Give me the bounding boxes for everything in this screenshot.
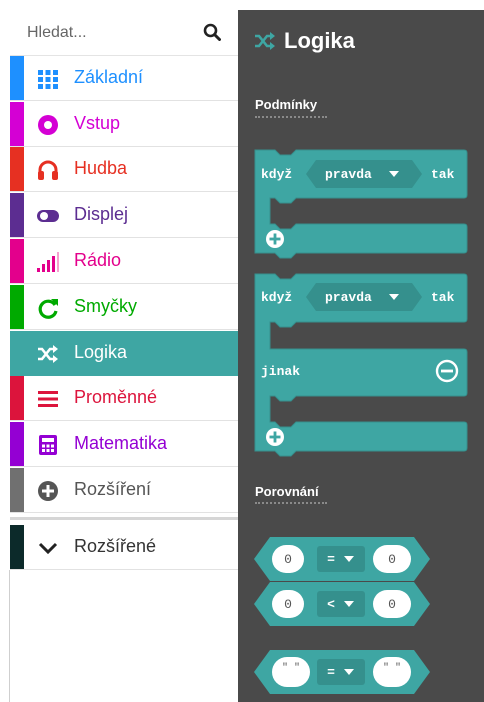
category-color-bar [10, 239, 24, 283]
calculator-icon [39, 435, 57, 455]
category-label: Rozšíření [74, 479, 152, 499]
shuffle-icon [38, 345, 58, 363]
toolbox-sidebar: Základní Vstup Hudba Displej [0, 0, 238, 702]
chevron-down-icon [38, 542, 58, 555]
category-color-bar [10, 193, 24, 237]
category-color-bar [10, 468, 24, 512]
number-value: 0 [388, 597, 396, 612]
category-color-bar [10, 102, 24, 146]
category-label: Proměnné [74, 387, 158, 407]
quotes-value: " " [383, 662, 401, 674]
category-displej[interactable]: Displej [10, 193, 238, 238]
circle-dot-icon [38, 115, 58, 135]
operator-value: = [327, 552, 335, 567]
category-label: Vstup [74, 113, 121, 133]
search-icon[interactable] [203, 23, 221, 41]
number-input-left[interactable]: 0 [272, 590, 304, 618]
logic-flyout: Logika Podmínky Porovnání když pravda ta… [238, 10, 484, 702]
bool-value: pravda [325, 167, 372, 182]
category-color-bar [10, 147, 24, 191]
category-color-bar [10, 422, 24, 466]
headphones-icon [38, 160, 58, 180]
number-input-left[interactable]: 0 [272, 545, 304, 573]
text-input-right[interactable]: " " [373, 657, 411, 687]
compare-equals-block[interactable]: 0 = 0 [254, 537, 430, 581]
number-value: 0 [284, 597, 292, 612]
category-rozsireni[interactable]: Rozšíření [10, 468, 238, 513]
category-divider [10, 517, 238, 520]
if-keyword: když [261, 167, 292, 182]
category-color-bar [10, 56, 24, 100]
category-rozsirene[interactable]: Rozšířené [10, 525, 238, 570]
category-color-bar [10, 285, 24, 329]
number-value: 0 [284, 552, 292, 567]
then-keyword: tak [431, 290, 455, 305]
bool-value: pravda [325, 290, 372, 305]
add-branch-icon[interactable] [266, 428, 284, 446]
operator-value: = [327, 665, 335, 680]
number-input-right[interactable]: 0 [373, 590, 411, 618]
search-input[interactable] [27, 22, 197, 44]
text-input-left[interactable]: " " [272, 657, 310, 687]
category-label: Displej [74, 204, 129, 224]
quotes-value: " " [282, 662, 300, 674]
category-smycky[interactable]: Smyčky [10, 285, 238, 330]
grid-icon [38, 70, 58, 89]
blocks-canvas: když pravda tak když pravda tak jinak 0 … [254, 149, 468, 694]
category-label: Logika [74, 342, 128, 362]
if-keyword: když [261, 290, 292, 305]
number-input-right[interactable]: 0 [373, 545, 411, 573]
number-value: 0 [388, 552, 396, 567]
operator-value: < [327, 597, 335, 612]
compare-strings-block[interactable]: " " = " " [254, 650, 430, 694]
then-keyword: tak [431, 167, 455, 182]
toggle-icon [37, 210, 59, 222]
category-label: Hudba [74, 158, 128, 178]
category-label: Rozšířené [74, 536, 157, 556]
compare-less-block[interactable]: 0 < 0 [254, 582, 430, 626]
if-then-else-block[interactable]: když pravda tak jinak [254, 273, 468, 457]
signal-bars-icon [37, 252, 59, 272]
boolean-dropdown[interactable]: pravda [306, 283, 422, 311]
list-lines-icon [38, 391, 58, 407]
if-then-block[interactable]: když pravda tak [254, 149, 468, 259]
operator-dropdown[interactable]: = [317, 659, 365, 685]
operator-dropdown[interactable]: < [317, 591, 365, 617]
category-label: Rádio [74, 250, 122, 270]
category-promenne[interactable]: Proměnné [10, 376, 238, 421]
category-label: Základní [74, 67, 144, 87]
category-vstup[interactable]: Vstup [10, 102, 238, 147]
plus-circle-icon [38, 481, 58, 501]
category-color-bar [10, 376, 24, 420]
operator-dropdown[interactable]: = [317, 546, 365, 572]
search-bar [10, 10, 238, 56]
refresh-icon [38, 299, 58, 319]
category-radio[interactable]: Rádio [10, 239, 238, 284]
category-zakladni[interactable]: Základní [10, 56, 238, 101]
category-logika[interactable]: Logika [10, 331, 238, 376]
category-label: Smyčky [74, 296, 137, 316]
category-color-bar [10, 525, 24, 569]
boolean-dropdown[interactable]: pravda [306, 160, 422, 188]
else-keyword: jinak [261, 364, 300, 379]
category-matematika[interactable]: Matematika [10, 422, 238, 467]
category-hudba[interactable]: Hudba [10, 147, 238, 192]
add-branch-icon[interactable] [266, 230, 284, 248]
category-label: Matematika [74, 433, 168, 453]
